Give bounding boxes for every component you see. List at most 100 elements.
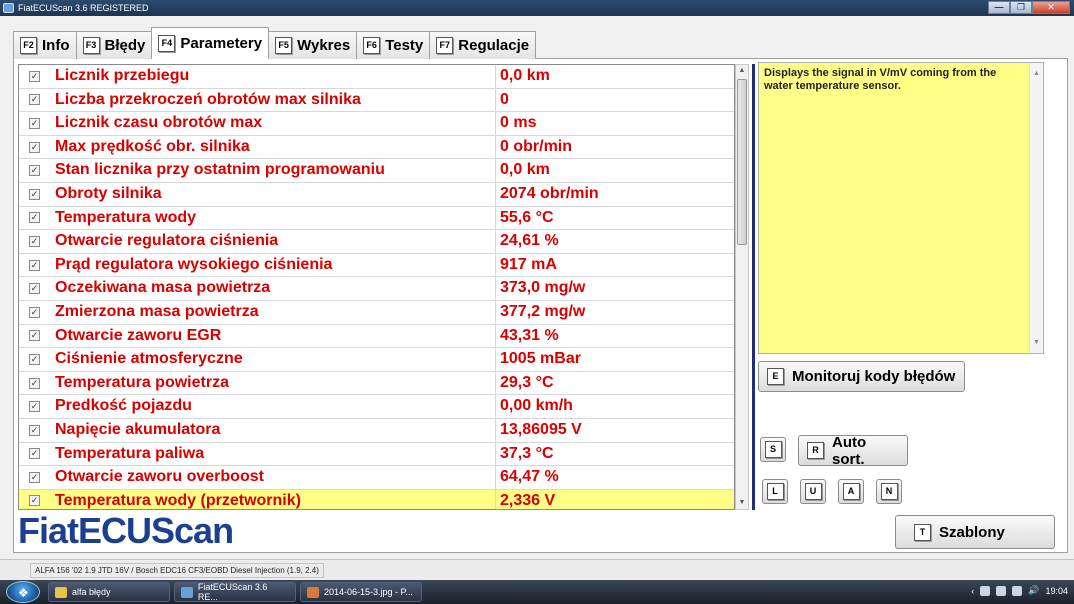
n-button[interactable]: N	[876, 479, 902, 504]
monitor-error-codes-button[interactable]: E Monitoruj kody błędów	[758, 361, 965, 392]
parameter-value: 24,61 %	[500, 232, 559, 250]
scroll-thumb[interactable]	[737, 79, 747, 245]
tab-regulacje[interactable]: F7 Regulacje	[429, 31, 537, 59]
taskbar-item-folder[interactable]: alfa błędy	[48, 582, 170, 602]
parameter-checkbox[interactable]: ✓	[29, 330, 40, 342]
taskbar-item-fiatecuscan[interactable]: FiatECUScan 3.6 RE...	[174, 582, 296, 602]
parameter-checkbox[interactable]: ✓	[29, 471, 40, 483]
parameter-checkbox[interactable]: ✓	[29, 94, 40, 106]
parameter-checkbox[interactable]: ✓	[29, 117, 40, 129]
parameter-checkbox[interactable]: ✓	[29, 70, 40, 82]
close-button[interactable]: ✕	[1032, 1, 1070, 14]
parameter-value: 2,336 V	[500, 491, 556, 509]
parameter-row[interactable]: ✓ Obroty silnika 2074 obr/min	[19, 182, 734, 207]
button-label: Szablony	[939, 523, 1005, 541]
maximize-button[interactable]: ❐	[1010, 1, 1032, 14]
network-icon[interactable]	[1012, 585, 1023, 596]
parameter-row[interactable]: ✓ Temperatura paliwa 37,3 °C	[19, 442, 734, 467]
keyboard-icon[interactable]	[980, 585, 991, 596]
parameter-row[interactable]: ✓ Licznik przebiegu 0,0 km	[19, 65, 734, 89]
parameter-row[interactable]: ✓ Oczekiwana masa powietrza 373,0 mg/w	[19, 277, 734, 301]
tab-label: Regulacje	[458, 37, 530, 54]
parameter-checkbox[interactable]: ✓	[29, 377, 40, 389]
splitter[interactable]	[752, 64, 755, 510]
description-scrollbar[interactable]: ▲ ▼	[1029, 63, 1043, 353]
parameter-checkbox[interactable]: ✓	[29, 188, 40, 200]
templates-button[interactable]: T Szablony	[895, 515, 1055, 549]
battery-icon[interactable]	[996, 585, 1007, 596]
s-button[interactable]: S	[760, 437, 786, 462]
parameter-checkbox[interactable]: ✓	[29, 448, 40, 460]
tray-expand-icon[interactable]: ‹	[971, 586, 974, 596]
scroll-down-icon[interactable]: ▼	[736, 497, 748, 509]
parameter-name: Napięcie akumulatora	[55, 420, 221, 438]
auto-sort-button[interactable]: R Auto sort.	[798, 433, 908, 468]
parameter-checkbox[interactable]: ✓	[29, 235, 40, 247]
l-button[interactable]: L	[762, 479, 788, 504]
volume-icon[interactable]: 🔊	[1028, 585, 1039, 596]
parameter-checkbox[interactable]: ✓	[29, 306, 40, 318]
parameter-row[interactable]: ✓ Stan licznika przy ostatnim programowan…	[19, 159, 734, 183]
parameter-name: Liczba przekroczeń obrotów max silnika	[55, 90, 361, 108]
parameter-row[interactable]: ✓ Temperatura wody (przetwornik) 2,336 V	[19, 489, 734, 509]
parameter-checkbox[interactable]: ✓	[29, 401, 40, 413]
f6-key-icon: F6	[363, 37, 381, 54]
column-separator	[495, 135, 496, 159]
parameter-row[interactable]: ✓ Max prędkość obr. silnika 0 obr/min	[19, 135, 734, 160]
parameter-row[interactable]: ✓ Otwarcie zaworu EGR 43,31 %	[19, 324, 734, 349]
parameter-row[interactable]: ✓ Prąd regulatora wysokiego ciśnienia 917 …	[19, 253, 734, 278]
parameter-name: Licznik przebiegu	[55, 67, 190, 84]
parameter-checkbox[interactable]: ✓	[29, 283, 40, 295]
parameter-name: Temperatura paliwa	[55, 444, 205, 462]
parameter-row[interactable]: ✓ Otwarcie zaworu overboost 64,47 %	[19, 466, 734, 490]
column-separator	[495, 253, 496, 277]
scroll-up-icon[interactable]: ▲	[736, 65, 748, 77]
parameter-checkbox[interactable]: ✓	[29, 141, 40, 153]
parameter-checkbox[interactable]: ✓	[29, 259, 40, 271]
parameter-checkbox[interactable]: ✓	[29, 424, 40, 436]
parameter-name: Otwarcie zaworu overboost	[55, 468, 264, 486]
tab-info[interactable]: F2 Info	[13, 31, 77, 59]
tab-label: Info	[42, 37, 70, 54]
task-label: alfa błędy	[72, 587, 111, 597]
parameter-row[interactable]: ✓ Licznik czasu obrotów max 0 ms	[19, 112, 734, 136]
table-scrollbar[interactable]: ▲ ▼	[735, 64, 749, 510]
u-button[interactable]: U	[800, 479, 826, 504]
scroll-up-icon[interactable]: ▲	[1033, 67, 1040, 80]
tab-label: Parametery	[180, 35, 263, 52]
taskbar-item-paint[interactable]: 2014-06-15-3.jpg - P...	[300, 582, 422, 602]
parameter-row[interactable]: ✓ Predkość pojazdu 0,00 km/h	[19, 395, 734, 419]
tab-bledy[interactable]: F3 Błędy	[75, 31, 153, 59]
tab-wykres[interactable]: F5 Wykres	[268, 31, 358, 59]
parameter-checkbox[interactable]: ✓	[29, 212, 40, 224]
start-button[interactable]: ❖	[6, 581, 40, 603]
parameter-name: Predkość pojazdu	[55, 397, 192, 415]
parameter-checkbox[interactable]: ✓	[29, 353, 40, 365]
parameter-value: 2074 obr/min	[500, 184, 599, 202]
parameter-checkbox[interactable]: ✓	[29, 165, 40, 177]
parameter-row[interactable]: ✓ Temperatura wody 55,6 °C	[19, 206, 734, 231]
parameter-row[interactable]: ✓ Zmierzona masa powietrza 377,2 mg/w	[19, 300, 734, 325]
parameter-name: Max prędkość obr. silnika	[55, 137, 250, 155]
button-label: Monitoruj kody błędów	[792, 368, 956, 385]
scroll-down-icon[interactable]: ▼	[1033, 336, 1040, 349]
task-label: FiatECUScan 3.6 RE...	[197, 582, 268, 602]
parameter-name: Prąd regulatora wysokiego ciśnienia	[55, 255, 333, 273]
parameter-row[interactable]: ✓ Otwarcie regulatora ciśnienia 24,61 %	[19, 230, 734, 254]
parameter-row[interactable]: ✓ Napięcie akumulatora 13,86095 V	[19, 418, 734, 443]
s-key-icon: S	[764, 441, 782, 458]
windows-logo-icon: ❖	[18, 586, 29, 600]
parameter-name: Temperatura wody (przetwornik)	[55, 491, 301, 509]
parameter-row[interactable]: ✓ Liczba przekroczeń obrotów max silnika 0	[19, 88, 734, 113]
parameter-value: 0,0 km	[500, 161, 550, 179]
parameter-checkbox[interactable]: ✓	[29, 495, 40, 507]
app-icon	[3, 3, 14, 13]
minimize-button[interactable]: —	[988, 1, 1010, 14]
a-button[interactable]: A	[838, 479, 864, 504]
parameter-row[interactable]: ✓ Ciśnienie atmosferyczne 1005 mBar	[19, 348, 734, 372]
parameter-row[interactable]: ✓ Temperatura powietrza 29,3 °C	[19, 371, 734, 396]
tab-testy[interactable]: F6 Testy	[356, 31, 431, 59]
clock[interactable]: 19:04	[1045, 586, 1068, 596]
tab-parametery[interactable]: F4 Parametery	[151, 27, 270, 59]
button-label: Auto sort.	[832, 433, 867, 468]
